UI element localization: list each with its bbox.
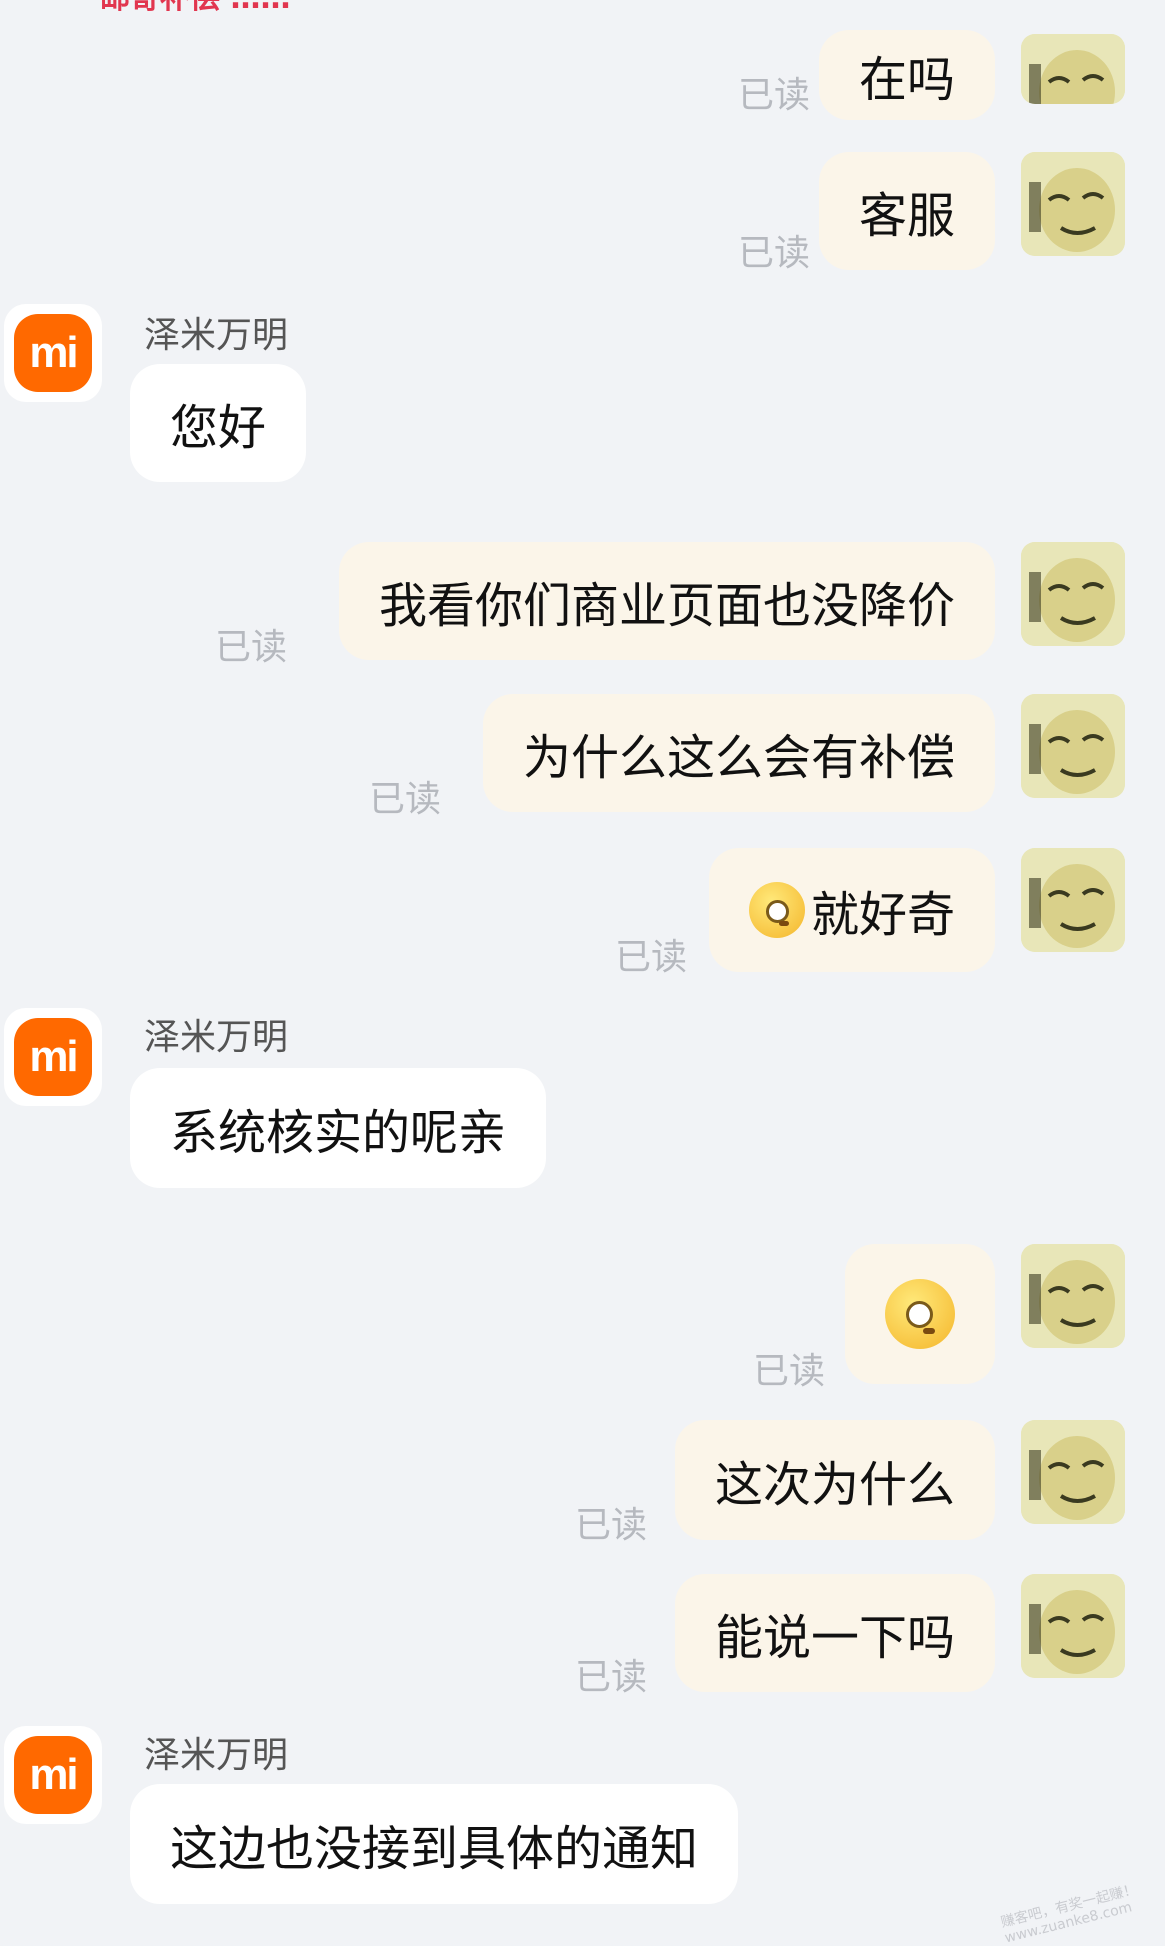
- sender-name: 泽米万明: [144, 1735, 289, 1776]
- message-bubble[interactable]: 这边也没接到具体的通知: [130, 1784, 739, 1904]
- user-avatar[interactable]: [1021, 848, 1125, 952]
- mi-avatar[interactable]: mi: [4, 1726, 102, 1824]
- message-text: 系统核实的呢亲: [170, 1105, 507, 1161]
- message-row-out: 能说一下吗 已读: [0, 1574, 1165, 1698]
- message-text: 我看你们商业页面也没降价: [378, 578, 955, 634]
- read-receipt: 已读: [752, 1351, 825, 1392]
- message-row-in: mi 泽米万明 系统核实的呢亲: [0, 1004, 1165, 1188]
- message-text: 在吗: [858, 52, 955, 108]
- mi-avatar[interactable]: mi: [4, 304, 102, 402]
- user-avatar[interactable]: [1021, 542, 1125, 646]
- message-bubble[interactable]: 就好奇: [708, 848, 995, 972]
- read-receipt: 已读: [368, 779, 441, 820]
- meme-face-icon: [1021, 34, 1125, 104]
- user-avatar[interactable]: [1021, 694, 1125, 798]
- message-bubble[interactable]: 这次为什么: [674, 1420, 995, 1540]
- meme-face-icon: [1021, 1244, 1125, 1348]
- message-bubble[interactable]: 在吗: [818, 30, 995, 120]
- message-row-in: mi 泽米万明 您好: [0, 302, 1165, 482]
- message-text: 客服: [858, 188, 955, 244]
- read-receipt: 已读: [737, 233, 810, 274]
- sender-name: 泽米万明: [144, 315, 289, 356]
- message-text: 您好: [170, 400, 267, 456]
- user-avatar[interactable]: [1021, 1420, 1125, 1524]
- read-receipt: 已读: [737, 75, 810, 116]
- meme-face-icon: [1021, 848, 1125, 952]
- message-text: 这次为什么: [714, 1457, 955, 1513]
- message-text: 这边也没接到具体的通知: [170, 1821, 699, 1877]
- meme-face-icon: [1021, 694, 1125, 798]
- monocle-face-icon: [748, 882, 805, 938]
- message-row-out: 为什么这么会有补偿 已读: [0, 694, 1165, 820]
- meme-face-icon: [1021, 152, 1125, 256]
- user-avatar[interactable]: [1021, 34, 1125, 104]
- meme-face-icon: [1021, 542, 1125, 646]
- message-bubble[interactable]: 为什么这么会有补偿: [482, 694, 995, 812]
- read-receipt: 已读: [214, 627, 287, 668]
- message-bubble[interactable]: [845, 1244, 995, 1384]
- message-bubble[interactable]: 我看你们商业页面也没降价: [338, 542, 995, 660]
- meme-face-icon: [1021, 1420, 1125, 1524]
- message-bubble[interactable]: 系统核实的呢亲: [130, 1068, 547, 1188]
- read-receipt: 已读: [574, 1657, 647, 1698]
- message-row-out: 我看你们商业页面也没降价 已读: [0, 542, 1165, 668]
- message-text: 为什么这么会有补偿: [522, 730, 955, 786]
- read-receipt: 已读: [614, 937, 687, 978]
- user-avatar[interactable]: [1021, 1244, 1125, 1348]
- message-text: 能说一下吗: [714, 1610, 955, 1666]
- message-row-out: 就好奇 已读: [0, 848, 1165, 978]
- message-text: 就好奇: [810, 887, 955, 943]
- user-avatar[interactable]: [1021, 1574, 1125, 1678]
- message-bubble[interactable]: 客服: [818, 152, 995, 270]
- mi-logo-icon: mi: [14, 1736, 92, 1814]
- message-bubble[interactable]: 能说一下吗: [674, 1574, 995, 1692]
- read-receipt: 已读: [574, 1505, 647, 1546]
- message-row-in: mi 泽米万明 这边也没接到具体的通知: [0, 1722, 1165, 1904]
- message-row-out: 已读: [0, 1244, 1165, 1392]
- mi-logo-icon: mi: [14, 1018, 92, 1096]
- monocle-face-icon: [885, 1279, 955, 1349]
- message-row-out: 客服 已读: [0, 152, 1165, 274]
- mi-logo-icon: mi: [14, 314, 92, 392]
- top-partial-text: 邮寄补偿 ……: [100, 0, 460, 12]
- sender-name: 泽米万明: [144, 1017, 289, 1058]
- message-row-out: 在吗 已读: [0, 30, 1165, 120]
- message-row-out: 这次为什么 已读: [0, 1420, 1165, 1546]
- user-avatar[interactable]: [1021, 152, 1125, 256]
- meme-face-icon: [1021, 1574, 1125, 1678]
- mi-avatar[interactable]: mi: [4, 1008, 102, 1106]
- message-bubble[interactable]: 您好: [130, 364, 307, 482]
